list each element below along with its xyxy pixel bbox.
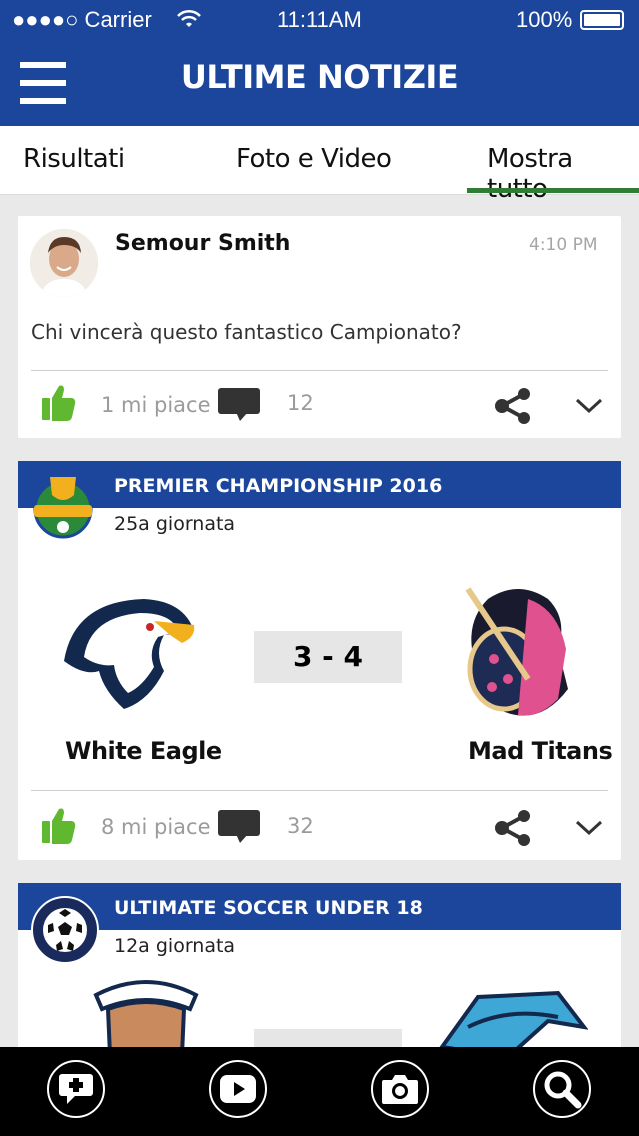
like-count[interactable]: 1 mi piace [101, 393, 211, 417]
tab-bar: Risultati Foto e Video Mostra tutto [0, 126, 639, 204]
home-team-name[interactable]: White Eagle [65, 737, 222, 765]
league-header: PREMIER CHAMPIONSHIP 2016 [18, 461, 621, 508]
post-time: 4:10 PM [529, 235, 598, 255]
round-label: 25a giornata [114, 513, 236, 535]
post-author[interactable]: Semour Smith [115, 231, 290, 256]
tab-foto-video[interactable]: Foto e Video [236, 144, 392, 174]
share-icon[interactable] [494, 810, 532, 846]
comment-count[interactable]: 32 [287, 814, 314, 838]
video-button[interactable] [209, 1060, 267, 1118]
search-button[interactable] [533, 1060, 591, 1118]
round-label: 12a giornata [114, 935, 236, 957]
titan-logo[interactable] [458, 579, 576, 729]
page-title: ULTIME NOTIZIE [180, 58, 459, 96]
active-tab-indicator [467, 188, 639, 193]
divider [31, 370, 608, 371]
tab-risultati[interactable]: Risultati [23, 144, 125, 174]
match-card[interactable]: PREMIER CHAMPIONSHIP 2016 25a giornata W… [18, 461, 621, 860]
score: 3 - 4 [254, 631, 402, 683]
carrier-label: ●●●●○ Carrier [12, 7, 152, 32]
thumbs-up-icon[interactable] [42, 384, 76, 422]
camera-button[interactable] [371, 1060, 429, 1118]
search-icon [544, 1071, 582, 1109]
soccer-ball-icon [31, 896, 99, 964]
divider [31, 790, 608, 791]
league-header: ULTIMATE SOCCER UNDER 18 [18, 883, 621, 930]
bottom-toolbar [0, 1047, 639, 1136]
league-name: ULTIMATE SOCCER UNDER 18 [114, 897, 423, 919]
comment-icon[interactable] [218, 810, 260, 844]
post-card[interactable]: Semour Smith 4:10 PM Chi vincerà questo … [18, 216, 621, 438]
status-bar: ●●●●○ Carrier 11:11AM 100% [0, 0, 639, 40]
like-count[interactable]: 8 mi piace [101, 815, 211, 839]
post-text: Chi vincerà questo fantastico Campionato… [31, 320, 462, 344]
chevron-down-icon[interactable] [575, 819, 603, 837]
share-icon[interactable] [494, 388, 532, 424]
play-icon [220, 1075, 256, 1103]
add-comment-icon [59, 1074, 93, 1104]
comment-count[interactable]: 12 [287, 391, 314, 415]
thumbs-up-icon[interactable] [42, 807, 76, 845]
clock: 11:11AM [277, 7, 362, 32]
add-comment-button[interactable] [47, 1060, 105, 1118]
top-bar: ●●●●○ Carrier 11:11AM 100% ULTIME NOTIZI… [0, 0, 639, 126]
battery-icon [580, 10, 624, 30]
league-name: PREMIER CHAMPIONSHIP 2016 [114, 475, 443, 497]
trophy-icon [33, 477, 93, 539]
chevron-down-icon[interactable] [575, 397, 603, 415]
camera-icon [382, 1075, 418, 1104]
tab-mostra-tutto[interactable]: Mostra tutto [487, 144, 639, 204]
sailor-logo[interactable] [86, 975, 206, 1055]
away-team-name[interactable]: Mad Titans [468, 737, 613, 765]
avatar[interactable] [30, 229, 98, 297]
wifi-icon [177, 9, 201, 27]
comment-icon[interactable] [218, 388, 260, 422]
eagle-logo[interactable] [54, 591, 198, 711]
battery-percent: 100% [516, 7, 573, 32]
